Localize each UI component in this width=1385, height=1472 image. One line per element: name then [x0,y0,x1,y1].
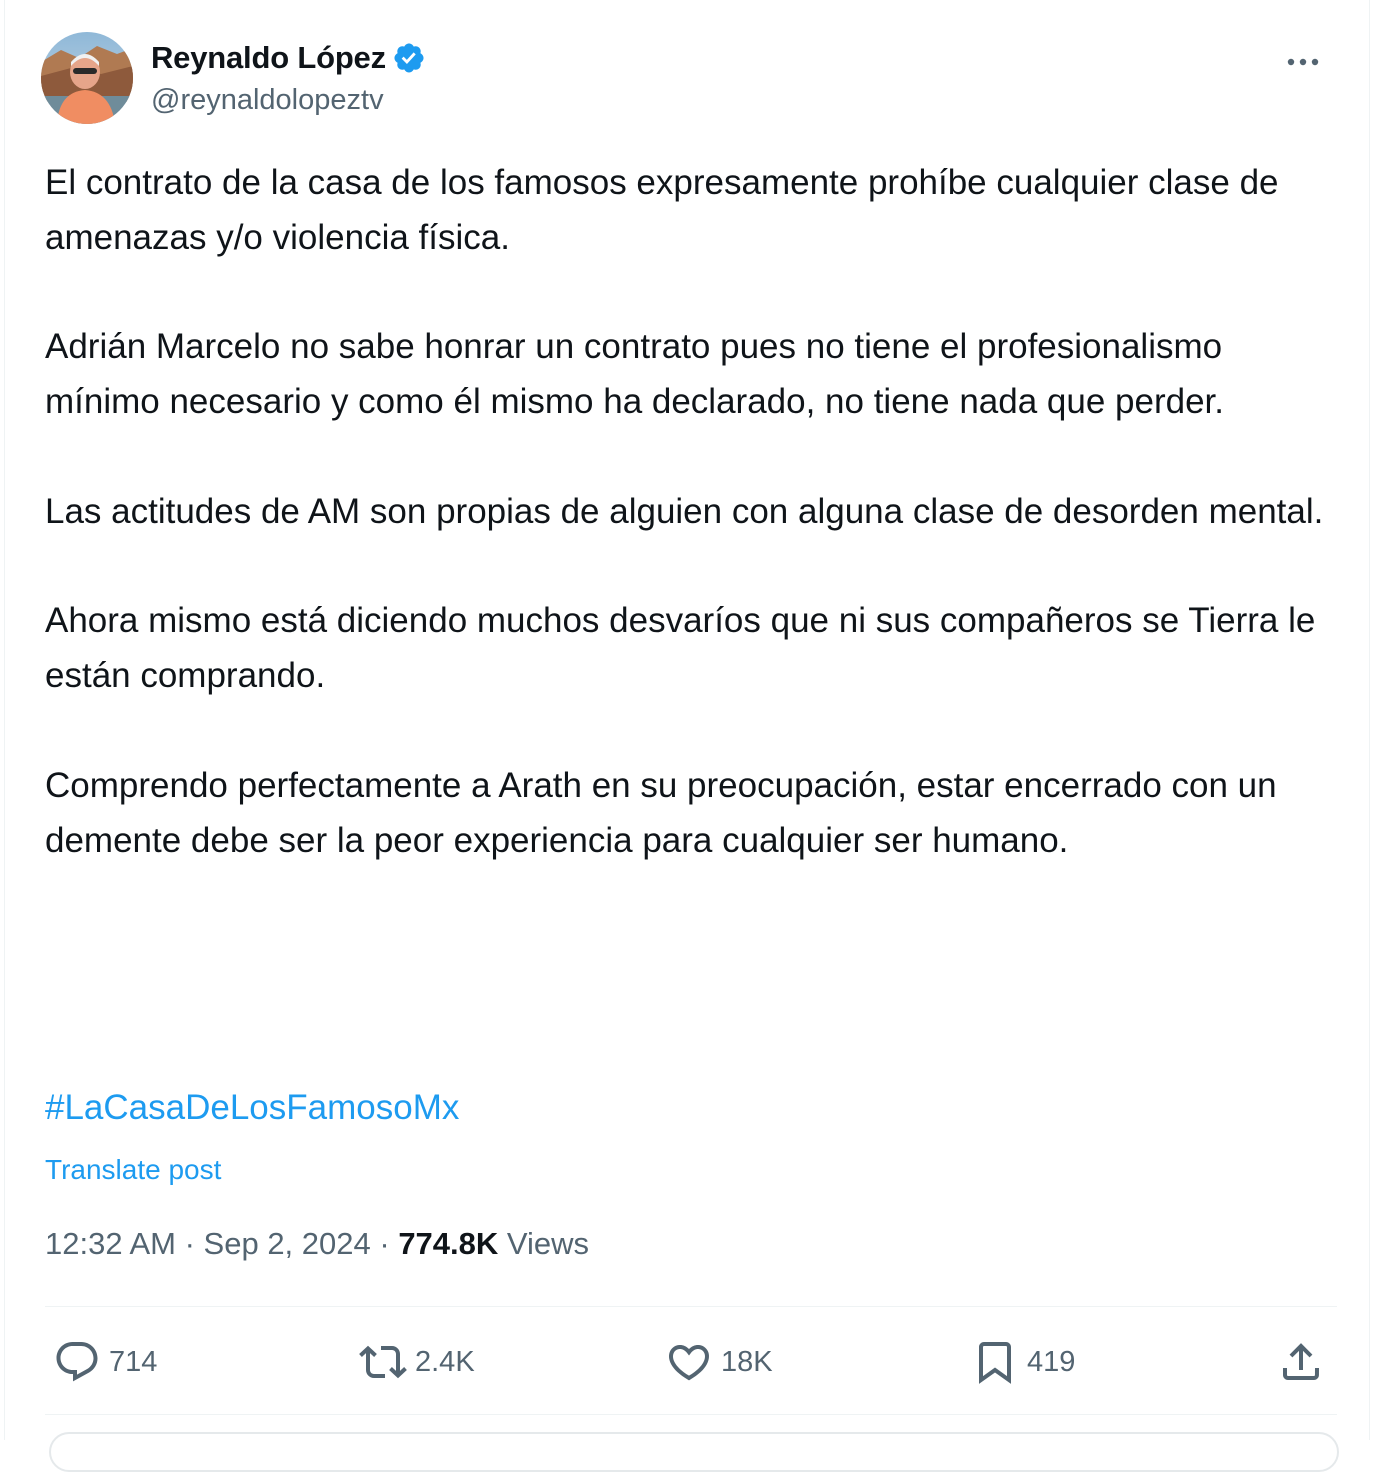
share-button[interactable] [1277,1338,1325,1386]
repost-count: 2.4K [415,1345,475,1378]
post-date[interactable]: Sep 2, 2024 [204,1226,371,1262]
post-header: Reynaldo López @reynaldolopeztv [41,32,1329,128]
verified-badge-icon[interactable] [392,41,426,75]
heart-icon [668,1345,710,1381]
reply-icon [56,1342,98,1382]
repost-icon [359,1345,407,1379]
reply-count: 714 [109,1345,158,1378]
post-paragraph: Ahora mismo está diciendo muchos desvarí… [45,601,1316,696]
more-horizontal-icon [1287,58,1319,66]
meta-separator: · [370,1226,399,1261]
post-card: Reynaldo López @reynaldolopeztv El contr… [4,0,1370,1472]
repost-button[interactable]: 2.4K [359,1338,475,1386]
divider [45,1306,1337,1307]
bookmark-count: 419 [1027,1345,1076,1378]
post-paragraph: Las actitudes de AM son propias de algui… [45,491,1324,531]
like-button[interactable]: 18K [665,1338,773,1386]
name-row: Reynaldo López [151,38,426,78]
avatar-image [41,32,133,124]
post-paragraph: Comprendo perfectamente a Arath en su pr… [45,765,1277,860]
divider [45,1414,1337,1415]
like-count: 18K [721,1345,773,1378]
views-label: Views [498,1226,590,1261]
reply-composer[interactable] [49,1432,1339,1472]
post-paragraph: Adrián Marcelo no sabe honrar un contrat… [45,327,1224,422]
reply-button[interactable]: 714 [53,1338,157,1386]
post-text: El contrato de la casa de los famosos ex… [45,156,1345,868]
bookmark-button[interactable]: 419 [971,1338,1075,1386]
share-icon [1283,1343,1319,1380]
post-paragraph: El contrato de la casa de los famosos ex… [45,163,1279,257]
post-meta: 12:32 AM · Sep 2, 2024 · 774.8K Views [45,1226,589,1262]
author-handle[interactable]: @reynaldolopeztv [151,84,384,117]
post-time[interactable]: 12:32 AM [45,1226,176,1262]
more-options-button[interactable] [1281,42,1325,82]
views-count[interactable]: 774.8K [398,1226,498,1262]
translate-post-link[interactable]: Translate post [45,1154,221,1186]
action-bar: 714 2.4K 18K 419 [45,1312,1337,1412]
hashtag-link[interactable]: #LaCasaDeLosFamosoMx [45,1088,459,1128]
bookmark-icon [979,1342,1011,1384]
author-name[interactable]: Reynaldo López [151,40,386,76]
avatar[interactable] [41,32,133,124]
meta-separator: · [175,1226,204,1261]
